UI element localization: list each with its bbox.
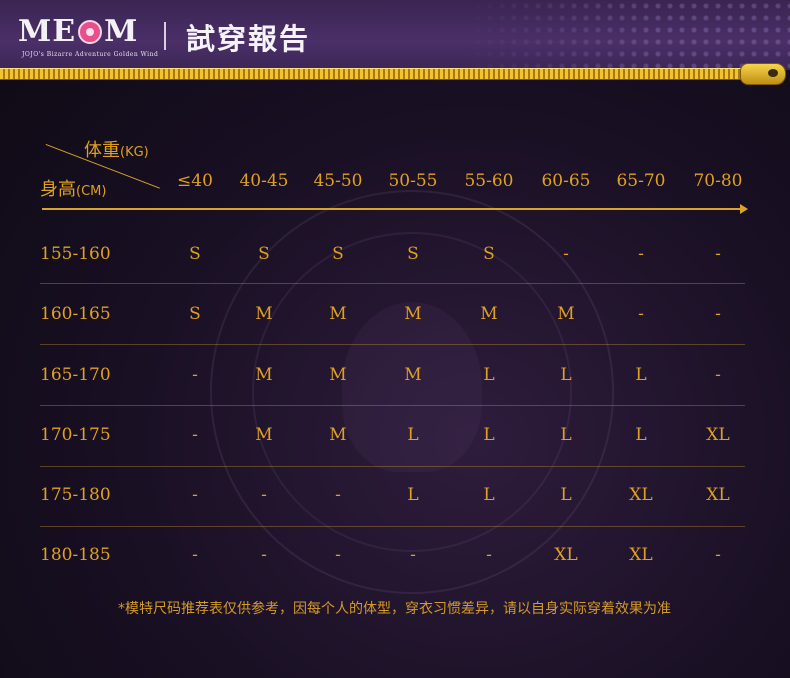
size-cell: - xyxy=(192,485,198,505)
size-cell: - xyxy=(192,365,198,385)
size-cell: M xyxy=(329,365,347,385)
size-cell: - xyxy=(715,545,721,565)
flower-emblem-icon xyxy=(78,19,103,44)
size-cell: M xyxy=(404,365,422,385)
size-cell: M xyxy=(329,304,347,324)
row-separator xyxy=(40,344,745,345)
height-row-label: 160-165 xyxy=(40,304,111,324)
size-cell: - xyxy=(335,545,341,565)
size-cell: - xyxy=(192,425,198,445)
row-separator xyxy=(40,466,745,467)
size-cell: - xyxy=(638,304,644,324)
size-cell: - xyxy=(335,485,341,505)
zipper-decoration xyxy=(0,68,760,80)
height-row-label: 180-185 xyxy=(40,545,111,565)
size-cell: L xyxy=(483,485,495,505)
height-row-label: 170-175 xyxy=(40,425,111,445)
row-separator xyxy=(40,526,745,527)
size-cell: - xyxy=(486,545,492,565)
height-row-label: 175-180 xyxy=(40,485,111,505)
disclaimer-footnote: *模特尺码推荐表仅供参考，因每个人的体型，穿衣习惯差异，请以自身实际穿着效果为准 xyxy=(118,601,671,617)
size-cell: XL xyxy=(706,425,730,445)
weight-column-header: 55-60 xyxy=(464,171,514,191)
logo-letter-m: M xyxy=(104,14,139,49)
size-cell: - xyxy=(261,485,267,505)
size-cell: L xyxy=(635,425,647,445)
size-cell: XL xyxy=(629,485,653,505)
size-cell: M xyxy=(255,304,273,324)
logo-letters-me: ME xyxy=(18,14,77,49)
size-cell: - xyxy=(261,545,267,565)
zipper-pull-icon xyxy=(740,63,786,85)
weight-axis-arrow xyxy=(42,204,748,214)
size-cell: XL xyxy=(706,485,730,505)
logo-subtitle: JOJO's Bizarre Adventure Golden Wind xyxy=(22,51,159,58)
size-cell: M xyxy=(557,304,575,324)
height-axis-label: 身高(CM) xyxy=(40,175,106,201)
size-cell: XL xyxy=(554,545,578,565)
weight-column-header: 65-70 xyxy=(616,171,666,191)
size-cell: M xyxy=(255,425,273,445)
size-cell: - xyxy=(563,244,569,264)
page-title: 試穿報告 xyxy=(186,22,311,56)
height-row-label: 155-160 xyxy=(40,244,111,264)
size-cell: L xyxy=(483,425,495,445)
size-cell: L xyxy=(483,365,495,385)
size-cell: M xyxy=(404,304,422,324)
row-separator xyxy=(40,405,745,406)
size-cell: S xyxy=(483,244,495,264)
row-separator xyxy=(40,283,745,284)
header-divider xyxy=(164,22,166,50)
weight-axis-label: 体重(KG) xyxy=(84,136,149,162)
weight-unit-text: (KG) xyxy=(120,145,149,160)
size-cell: S xyxy=(407,244,419,264)
brand-logo: ME M xyxy=(18,14,138,49)
size-cell: S xyxy=(189,244,201,264)
size-cell: - xyxy=(715,365,721,385)
size-cell: XL xyxy=(629,545,653,565)
size-cell: L xyxy=(560,425,572,445)
size-cell: S xyxy=(189,304,201,324)
size-cell: L xyxy=(407,425,419,445)
weight-column-header: 40-45 xyxy=(239,171,289,191)
size-cell: - xyxy=(410,545,416,565)
weight-column-header: 50-55 xyxy=(388,171,438,191)
weight-column-header: 60-65 xyxy=(541,171,591,191)
size-cell: L xyxy=(407,485,419,505)
size-cell: M xyxy=(329,425,347,445)
size-cell: - xyxy=(715,304,721,324)
weight-label-text: 体重 xyxy=(84,140,120,161)
size-cell: - xyxy=(715,244,721,264)
weight-column-header: 45-50 xyxy=(313,171,363,191)
height-unit-text: (CM) xyxy=(76,184,107,199)
size-cell: L xyxy=(560,365,572,385)
weight-column-header: 70-80 xyxy=(693,171,743,191)
size-cell: L xyxy=(635,365,647,385)
size-cell: S xyxy=(332,244,344,264)
size-cell: M xyxy=(480,304,498,324)
size-cell: M xyxy=(255,365,273,385)
diamond-pattern-decoration xyxy=(460,0,790,70)
size-cell: L xyxy=(560,485,572,505)
size-cell: - xyxy=(192,545,198,565)
weight-column-header: ≤40 xyxy=(177,171,213,191)
size-cell: S xyxy=(258,244,270,264)
size-cell: - xyxy=(638,244,644,264)
height-label-text: 身高 xyxy=(40,179,76,200)
height-row-label: 165-170 xyxy=(40,365,111,385)
